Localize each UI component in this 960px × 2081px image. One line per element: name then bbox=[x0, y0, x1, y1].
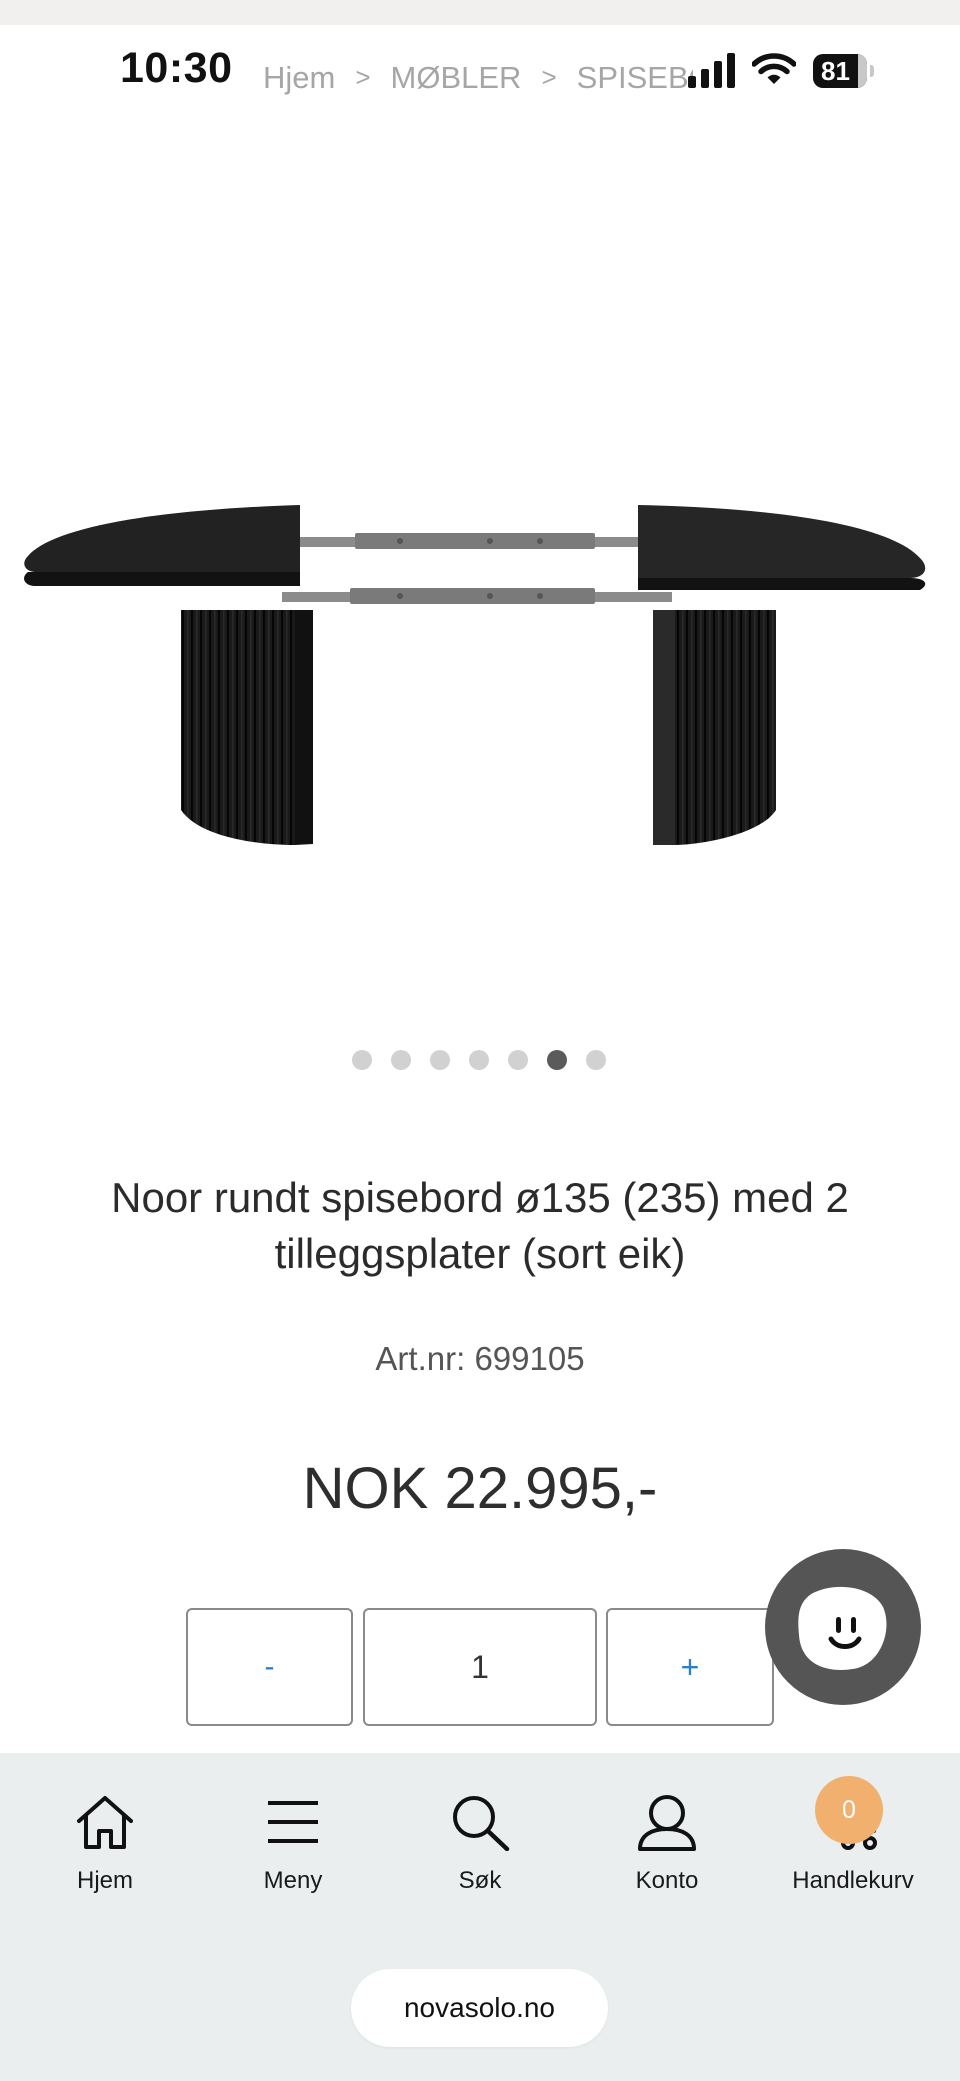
battery-level: 81 bbox=[821, 56, 850, 86]
product-image[interactable] bbox=[20, 480, 940, 880]
gallery-dot[interactable] bbox=[586, 1050, 606, 1070]
breadcrumb-item-mobler[interactable]: MØBLER bbox=[391, 60, 522, 96]
nav-item-home[interactable]: Hjem bbox=[25, 1793, 185, 1903]
quantity-increase-button[interactable]: + bbox=[606, 1608, 774, 1726]
nav-label: Hjem bbox=[76, 1867, 133, 1894]
breadcrumb-item-spisebord[interactable]: SPISEBORD bbox=[577, 60, 693, 96]
chat-face-icon bbox=[798, 1586, 887, 1670]
cart-count-badge: 0 bbox=[815, 1776, 883, 1844]
gallery-dot[interactable] bbox=[469, 1050, 489, 1070]
search-icon bbox=[453, 1796, 510, 1851]
home-icon bbox=[77, 1796, 133, 1849]
nav-label: Meny bbox=[263, 1867, 323, 1894]
top-strip bbox=[0, 0, 960, 25]
nav-item-account[interactable]: Konto bbox=[587, 1793, 747, 1903]
product-price: NOK 22.995,- bbox=[302, 1456, 658, 1521]
gallery-dot[interactable] bbox=[430, 1050, 450, 1070]
gallery-pagination bbox=[352, 1050, 606, 1070]
nav-label: Søk bbox=[458, 1867, 502, 1894]
gallery-dot[interactable] bbox=[391, 1050, 411, 1070]
cellular-signal-icon bbox=[688, 53, 735, 88]
breadcrumb: Hjem > MØBLER > SPISEBORD bbox=[263, 58, 693, 96]
gallery-dot[interactable] bbox=[352, 1050, 372, 1070]
nav-item-menu[interactable]: Meny bbox=[213, 1793, 373, 1903]
nav-label: Konto bbox=[635, 1867, 699, 1894]
quantity-decrease-button[interactable]: - bbox=[186, 1608, 353, 1726]
gallery-dot[interactable] bbox=[508, 1050, 528, 1070]
product-title: Noor rundt spisebord ø135 (235) med 2 ti… bbox=[111, 1174, 849, 1277]
nav-label: Handlekurv bbox=[792, 1867, 914, 1894]
user-icon bbox=[638, 1795, 696, 1851]
menu-icon bbox=[268, 1801, 318, 1843]
address-bar[interactable]: novasolo.no bbox=[351, 1969, 608, 2047]
chat-button[interactable] bbox=[765, 1549, 921, 1705]
nav-item-search[interactable]: Søk bbox=[400, 1793, 560, 1903]
quantity-input[interactable]: 1 bbox=[363, 1608, 597, 1726]
breadcrumb-item-home[interactable]: Hjem bbox=[263, 60, 335, 96]
gallery-dot-active[interactable] bbox=[547, 1050, 567, 1070]
battery-icon: 81 bbox=[813, 54, 875, 88]
wifi-icon bbox=[752, 53, 796, 84]
article-number: Art.nr: 699105 bbox=[375, 1340, 585, 1377]
breadcrumb-separator-icon: > bbox=[541, 62, 557, 93]
status-time: 10:30 bbox=[120, 44, 233, 92]
breadcrumb-separator-icon: > bbox=[355, 62, 371, 93]
